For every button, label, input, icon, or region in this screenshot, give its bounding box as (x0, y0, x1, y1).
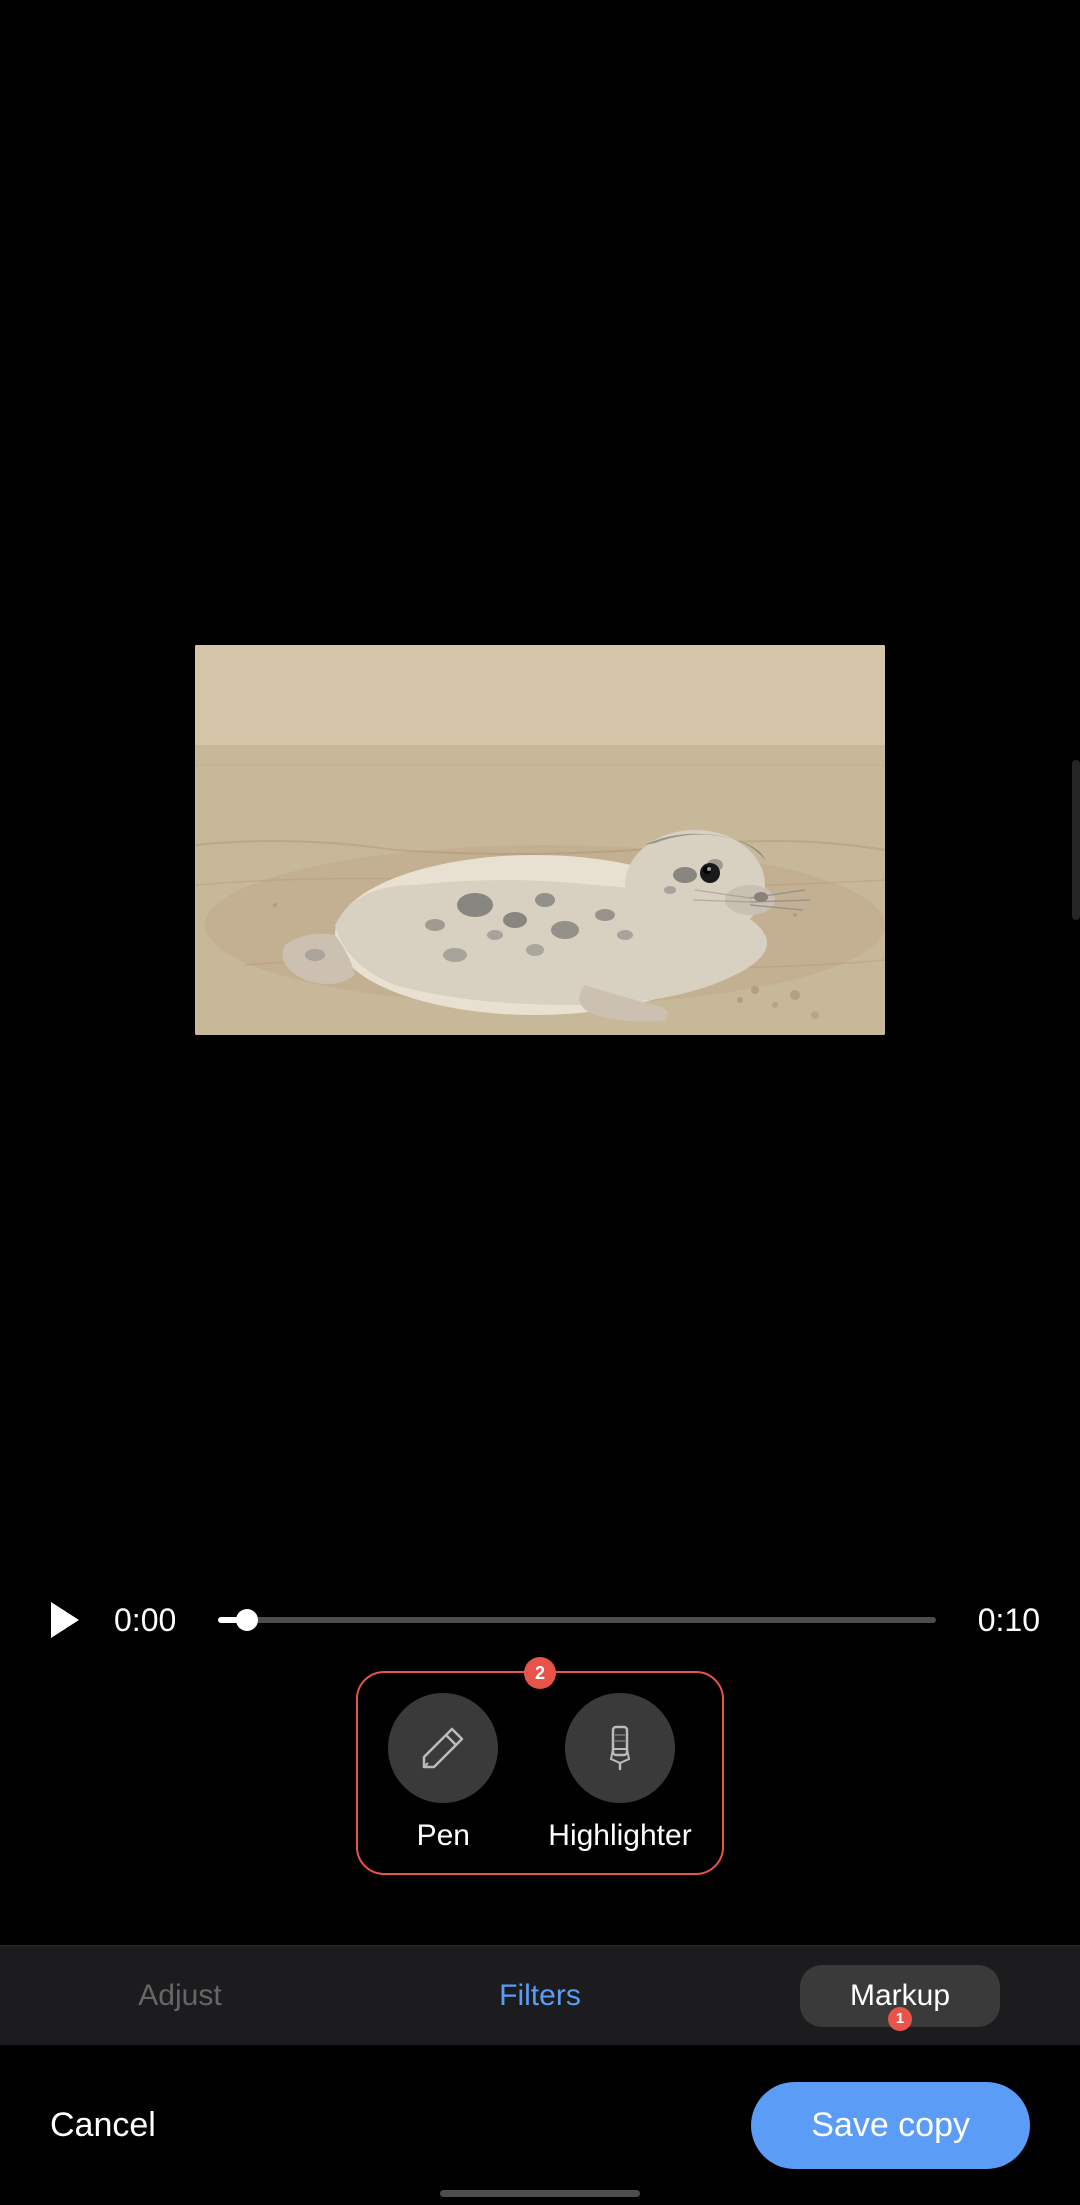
actions-bar: Cancel Save copy (0, 2045, 1080, 2205)
cancel-button[interactable]: Cancel (50, 2106, 156, 2145)
tools-badge: 2 (524, 1657, 556, 1689)
scroll-indicator (1072, 760, 1080, 920)
media-area (0, 0, 1080, 1680)
pen-icon (416, 1721, 470, 1775)
save-copy-button[interactable]: Save copy (751, 2082, 1030, 2169)
progress-thumb[interactable] (236, 1609, 258, 1631)
tab-markup[interactable]: Markup 1 (720, 1946, 1080, 2045)
video-controls: 0:00 0:10 (0, 1595, 1080, 1645)
tab-filters[interactable]: Filters (360, 1946, 720, 2045)
tab-adjust-label: Adjust (138, 1979, 221, 2013)
highlighter-icon-circle (565, 1693, 675, 1803)
progress-bar[interactable] (218, 1617, 936, 1623)
pen-icon-circle (388, 1693, 498, 1803)
markup-badge: 1 (888, 2007, 912, 2031)
seal-image (195, 645, 885, 1035)
current-time: 0:00 (114, 1602, 194, 1639)
pen-tool[interactable]: Pen (388, 1693, 498, 1853)
highlighter-label: Highlighter (548, 1819, 691, 1853)
pen-label: Pen (417, 1819, 470, 1853)
tab-filters-label: Filters (499, 1979, 581, 2013)
tab-markup-bg: Markup 1 (800, 1965, 1000, 2027)
tab-adjust[interactable]: Adjust (0, 1946, 360, 2045)
play-icon (51, 1602, 79, 1638)
end-time: 0:10 (960, 1602, 1040, 1639)
highlighter-icon (593, 1721, 647, 1775)
home-indicator (440, 2190, 640, 2197)
tab-bar: Adjust Filters Markup 1 (0, 1945, 1080, 2045)
markup-tools-panel: 2 Pen Hig (0, 1671, 1080, 1875)
highlighter-tool[interactable]: Highlighter (548, 1693, 691, 1853)
play-button[interactable] (40, 1595, 90, 1645)
tools-container: 2 Pen Hig (356, 1671, 723, 1875)
